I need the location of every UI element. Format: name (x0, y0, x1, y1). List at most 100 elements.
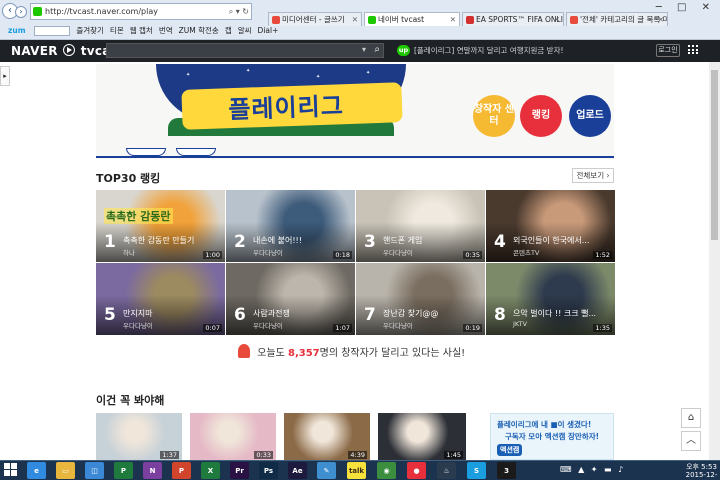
windows-start-icon[interactable] (4, 463, 18, 477)
favorite-item[interactable]: 티몬 (110, 24, 124, 37)
address-bar[interactable]: http://tvcast.naver.com/play ⌕ ▾ ↻ (30, 3, 252, 20)
see-all-button[interactable]: 전체보기 › (572, 168, 614, 183)
video-title: 촉촉한 감동란 만들기 (123, 236, 195, 245)
upload-button[interactable]: 업로드 (569, 95, 611, 137)
kakaotalk-icon[interactable]: talk (347, 462, 366, 479)
window-controls[interactable]: ─ □ ✕ (656, 2, 716, 13)
favorite-item[interactable]: 알씨 (238, 24, 252, 37)
banner-title: 플레이리그 (227, 91, 345, 125)
ranking-card[interactable]: 4 외국인들이 한국에서... 콘텐츠TV 1:52 (486, 190, 615, 262)
boat-icon (176, 148, 216, 156)
search-input[interactable]: ▾ ⌕ (106, 43, 384, 58)
ranking-card[interactable]: 7 장난감 찾기@@ 우다다냥이 0:19 (356, 263, 485, 335)
premiere-icon[interactable]: Pr (230, 462, 249, 479)
video-title: 사람과전쟁 (253, 309, 290, 318)
video-thumbnail[interactable]: 1:45 (378, 413, 466, 460)
paint-icon[interactable]: ✎ (317, 462, 336, 479)
promo-link[interactable]: [플레이리그] 연말까지 달리고 여행지원금 받자! (414, 45, 564, 56)
ad-line-2: 구독자 모아 액션캠 장만하자! (505, 432, 600, 441)
folder-icon[interactable]: ▭ (56, 462, 75, 479)
channel-name: 하나 (123, 249, 135, 257)
top30-heading: TOP30 랭킹 (96, 172, 161, 185)
creators-suffix: 명의 창작자가 달리고 있다는 사실! (319, 348, 466, 359)
side-panel-toggle[interactable]: ▸ (0, 66, 10, 86)
rank-number: 8 (494, 305, 506, 325)
login-button[interactable]: 로그인 (656, 44, 680, 57)
search-icon[interactable]: ⌕ (374, 44, 380, 55)
video-duration: 1:00 (203, 251, 222, 259)
ad-banner[interactable]: 플레이리그에 내 ■이 생겼다! 구독자 모아 액션캠 장만하자! 액션캠 (490, 413, 614, 460)
vertical-scrollbar[interactable] (709, 62, 720, 460)
star-icon: ✦ (246, 68, 251, 74)
rank-number: 5 (104, 305, 116, 325)
rank-number: 4 (494, 232, 506, 252)
creator-center-button[interactable]: 창작자 센터 (473, 95, 515, 137)
chrome-icon[interactable]: ◉ (377, 462, 396, 479)
ranking-card[interactable]: 3 핸드폰 게임 우다다냥이 0:35 (356, 190, 485, 262)
browser-window: ‹ › http://tvcast.naver.com/play ⌕ ▾ ↻ 미… (0, 0, 720, 480)
channel-name: 콘텐츠TV (513, 249, 540, 257)
project-icon[interactable]: P (114, 462, 133, 479)
tab-favicon (466, 16, 474, 24)
favorite-item[interactable]: 즐겨찾기 (76, 24, 104, 37)
video-title: 만지지마 (123, 309, 153, 318)
photoshop-icon[interactable]: Ps (259, 462, 278, 479)
apps-grid-icon[interactable] (688, 45, 698, 55)
zum-logo[interactable]: zum (8, 24, 26, 37)
chevron-down-icon[interactable]: ▾ (362, 45, 366, 54)
aftereffects-icon[interactable]: Ae (288, 462, 307, 479)
steam-icon[interactable]: ♨ (437, 462, 456, 479)
address-tools-icon[interactable]: ⌕ ▾ ↻ (229, 4, 249, 19)
skype-icon[interactable]: S (467, 462, 486, 479)
creators-count: 8,357 (287, 348, 320, 359)
ranking-button[interactable]: 랭킹 (520, 95, 562, 137)
zum-search-input[interactable] (33, 26, 70, 36)
record-icon[interactable]: ● (407, 462, 426, 479)
video-duration: 0:18 (333, 251, 352, 259)
browser-chrome: ‹ › http://tvcast.naver.com/play ⌕ ▾ ↻ 미… (0, 0, 720, 40)
rank-number: 1 (104, 232, 116, 252)
forward-button[interactable]: › (15, 6, 27, 18)
home-icon[interactable]: ⌂ (681, 408, 701, 428)
video-duration: 1:35 (593, 324, 612, 332)
boat-icon (126, 148, 166, 156)
creators-prefix: 오늘도 (257, 348, 285, 359)
ranking-card[interactable]: 2 내손에 붙어!!! 우다다냥이 0:18 (226, 190, 355, 262)
clock[interactable]: 오후 5:53 2015-12-15 (683, 463, 720, 480)
store-icon[interactable]: ◫ (85, 462, 104, 479)
favorite-item[interactable]: 웹 캡처 (130, 24, 153, 37)
rank-number: 2 (234, 232, 246, 252)
favorite-item[interactable]: ZUM 학전송 (179, 24, 219, 37)
system-tray[interactable]: ⌨ ▲ ✦ ▬ ♪ (560, 465, 625, 474)
creators-count-line: 오늘도 8,357명의 창작자가 달리고 있다는 사실! (238, 344, 465, 359)
onenote-icon[interactable]: N (143, 462, 162, 479)
favorite-item[interactable]: 번역 (159, 24, 173, 37)
favorites-items: 즐겨찾기 티몬 웹 캡처 번역 ZUM 학전송 캡 알씨 Dial+ (76, 24, 284, 37)
windows-taskbar: e ▭ ◫ P N P X Pr Ps Ae ✎ talk ◉ ● ♨ S 3 ⌨ ▲ ✦ ▬ ♪ 오후 5:5… (0, 460, 720, 480)
powerpoint-icon[interactable]: P (172, 462, 191, 479)
video-thumbnail[interactable]: 0:33 (190, 413, 276, 460)
scroll-top-button[interactable]: ︿ (681, 431, 701, 451)
favorite-item[interactable]: 캡 (225, 24, 232, 37)
video-title: 외국인들이 한국에서... (513, 236, 590, 245)
star-icon: ✦ (316, 74, 321, 80)
rank-number: 7 (364, 305, 376, 325)
excel-icon[interactable]: X (201, 462, 220, 479)
favorite-item[interactable]: Dial+ (258, 24, 279, 37)
channel-name: 우다다냥이 (383, 322, 413, 330)
video-duration: 0:33 (254, 451, 273, 459)
video-thumbnail[interactable]: 4:39 (284, 413, 370, 460)
tab-title: EA SPORTS™ FIFA ONLINE 3 (476, 15, 563, 24)
ranking-card[interactable]: 촉촉한 감동란 1 촉촉한 감동란 만들기 하나 1:00 (96, 190, 225, 262)
ie-icon[interactable]: e (27, 462, 46, 479)
play-icon (63, 44, 76, 56)
scrollbar-thumb[interactable] (711, 70, 718, 240)
fifa-icon[interactable]: 3 (497, 462, 516, 479)
video-duration: 0:19 (463, 324, 482, 332)
video-thumbnail[interactable]: 1:37 (96, 413, 182, 460)
channel-name: 우다다냥이 (253, 249, 283, 257)
ranking-card[interactable]: 6 사람과전쟁 우다다냥이 1:07 (226, 263, 355, 335)
tab-favicon (368, 16, 376, 24)
ranking-card[interactable]: 8 으악 벌이다 !! 크크 뻘... JKTV 1:35 (486, 263, 615, 335)
ranking-card[interactable]: 5 만지지마 우다다냥이 0:07 (96, 263, 225, 335)
